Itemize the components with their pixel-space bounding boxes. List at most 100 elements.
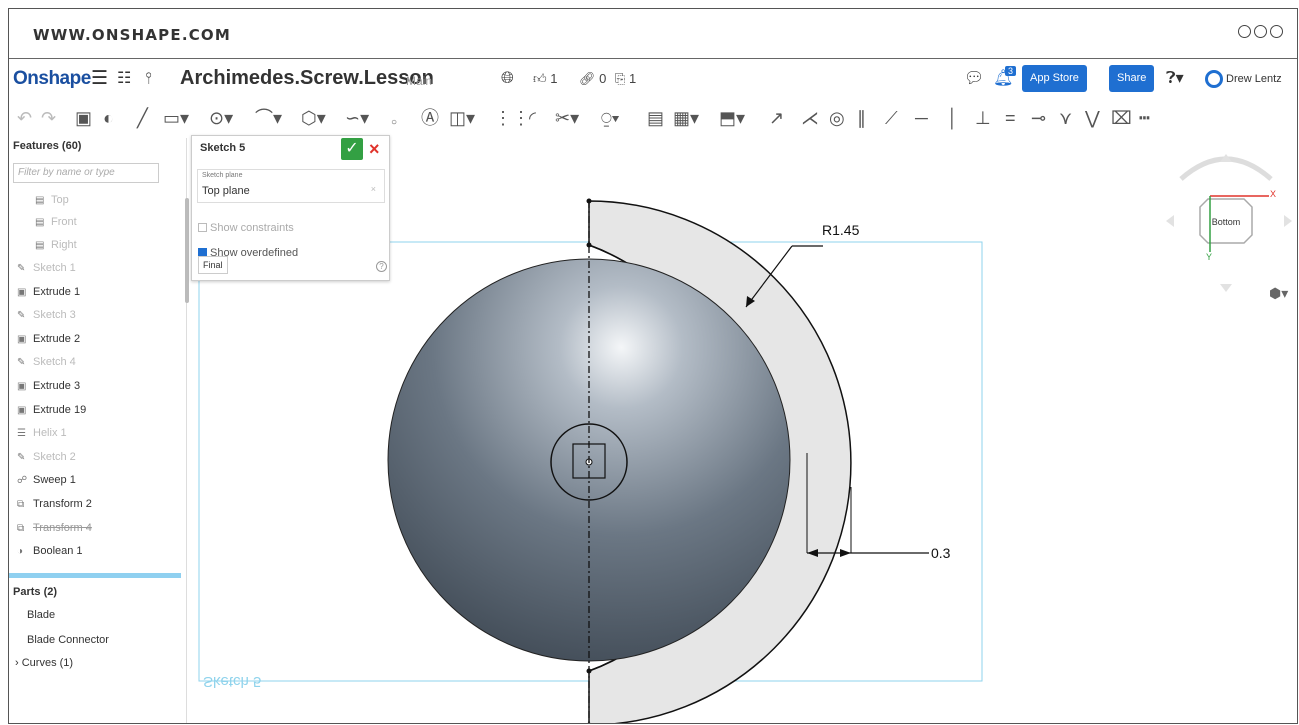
- spline-icon[interactable]: ∽▾: [345, 106, 369, 130]
- list-item[interactable]: ☍ Sweep 1: [17, 474, 76, 486]
- symmetric-icon[interactable]: ⌧: [1111, 106, 1132, 130]
- list-item[interactable]: Blade: [27, 609, 55, 621]
- confirm-button[interactable]: ✓: [341, 138, 363, 160]
- list-item[interactable]: ☰ Helix 1: [17, 427, 67, 439]
- polygon-icon[interactable]: ⬡▾: [301, 106, 326, 130]
- tangent-icon[interactable]: ⟋: [885, 106, 898, 130]
- coincident-icon[interactable]: ⋌: [801, 106, 819, 130]
- perpendicular-icon[interactable]: ⊥: [975, 106, 991, 130]
- linear-pattern-icon[interactable]: ▤: [647, 106, 664, 130]
- endpoint[interactable]: [586, 198, 592, 204]
- list-item[interactable]: ⧉ Transform 4: [17, 522, 92, 534]
- list-item[interactable]: ▣ Extrude 3: [17, 380, 80, 392]
- redo-icon[interactable]: ↷: [41, 106, 56, 130]
- onshape-logo[interactable]: Onshape: [13, 68, 91, 90]
- construction-icon[interactable]: ◫▾: [449, 106, 475, 130]
- rollback-bar[interactable]: [9, 573, 181, 578]
- point-icon[interactable]: ○: [391, 111, 397, 135]
- midpoint-icon[interactable]: ⊸: [1031, 106, 1046, 130]
- app-store-button[interactable]: App Store: [1022, 65, 1087, 92]
- circular-pattern-icon[interactable]: ▦▾: [673, 106, 699, 130]
- use-icon[interactable]: ◐: [103, 106, 114, 130]
- browser-frame: WWW.ONSHAPE.COM Onshape ☰ ☷ ⫯ Archimedes…: [8, 8, 1298, 724]
- clear-icon[interactable]: ×: [371, 184, 376, 194]
- transform-icon[interactable]: ⬒▾: [719, 106, 745, 130]
- curves-group[interactable]: › Curves (1): [15, 657, 73, 669]
- undo-icon[interactable]: ↶: [17, 106, 32, 130]
- arrow-left-icon[interactable]: [1166, 215, 1174, 227]
- text-icon[interactable]: Ⓐ: [421, 106, 439, 130]
- normal-icon[interactable]: ⋎: [1059, 106, 1072, 130]
- branch-label[interactable]: Main: [406, 74, 432, 88]
- avatar[interactable]: [1205, 70, 1223, 88]
- cube-face-label: Bottom: [1212, 217, 1241, 227]
- list-item[interactable]: ✎ Sketch 4: [17, 356, 76, 368]
- feature-filter-input[interactable]: Filter by name or type: [13, 163, 159, 183]
- sketch-plane-field[interactable]: Sketch plane Top plane ×: [197, 169, 385, 203]
- endpoint[interactable]: [586, 668, 592, 674]
- help-icon[interactable]: ?: [376, 261, 387, 272]
- list-item[interactable]: ✎ Sketch 3: [17, 309, 76, 321]
- fillet-icon[interactable]: ◜: [529, 106, 536, 130]
- list-item[interactable]: ▤ Right: [35, 239, 77, 251]
- list-item[interactable]: ▤ Top: [35, 194, 69, 206]
- cancel-button[interactable]: ×: [369, 138, 385, 160]
- view-options-icon[interactable]: ⬢▾: [1269, 285, 1288, 302]
- copies-count[interactable]: ⎘ 1: [615, 71, 636, 87]
- extrude-icon: ▣: [17, 381, 27, 392]
- new-sketch-icon[interactable]: ▣: [75, 106, 92, 130]
- globe-icon[interactable]: 🌐︎: [501, 67, 514, 91]
- final-button[interactable]: Final: [198, 256, 228, 274]
- extrude-icon: ▣: [17, 334, 27, 345]
- field-label: Sketch plane: [202, 172, 243, 179]
- user-name[interactable]: Drew Lentz: [1226, 73, 1282, 85]
- document-title[interactable]: Archimedes.Screw.Lesson: [180, 67, 434, 90]
- likes-count[interactable]: 👍︎ 1: [533, 71, 557, 87]
- arrow-right-icon[interactable]: [1284, 215, 1292, 227]
- list-item[interactable]: Blade Connector: [27, 634, 109, 646]
- list-item[interactable]: ▣ Extrude 2: [17, 333, 80, 345]
- parallel-icon[interactable]: ∥: [857, 106, 866, 130]
- fix-icon[interactable]: ┅: [1139, 106, 1150, 130]
- links-count[interactable]: 🔗︎ 0: [579, 71, 606, 87]
- list-item[interactable]: ⧉ Transform 2: [17, 498, 92, 510]
- dimension-icon[interactable]: ↗: [769, 106, 784, 130]
- circle-icon[interactable]: ⊙▾: [209, 106, 233, 130]
- rectangle-icon[interactable]: ▭▾: [163, 106, 189, 130]
- comment-icon[interactable]: 💬︎: [964, 67, 984, 91]
- list-item[interactable]: ▣ Extrude 1: [17, 286, 80, 298]
- arrow-down-icon[interactable]: [1220, 284, 1232, 292]
- help-menu-icon[interactable]: ❓︎▾: [1166, 67, 1184, 91]
- pierce-icon[interactable]: ⋁: [1085, 106, 1100, 130]
- endpoint[interactable]: [586, 242, 592, 248]
- plane-icon: ▤: [35, 217, 45, 228]
- x-axis-label: X: [1270, 189, 1276, 199]
- concentric-icon[interactable]: ◎: [829, 106, 845, 130]
- equal-icon[interactable]: =: [1005, 106, 1016, 130]
- radius-dimension[interactable]: R1.45: [822, 222, 860, 238]
- mirror-icon[interactable]: ⋮⋮: [494, 106, 530, 130]
- list-item[interactable]: ✎ Sketch 1: [17, 262, 76, 274]
- browser-url[interactable]: WWW.ONSHAPE.COM: [33, 26, 231, 44]
- offset-dimension[interactable]: 0.3: [931, 545, 951, 561]
- list-item[interactable]: ▣ Extrude 19: [17, 404, 86, 416]
- line-icon[interactable]: ╱: [137, 106, 148, 130]
- view-cube[interactable]: X Y Bottom: [1156, 144, 1296, 294]
- list-item[interactable]: ✎ Sketch 2: [17, 451, 76, 463]
- insert-icon[interactable]: ⫯: [145, 67, 152, 91]
- show-constraints-option[interactable]: Show constraints: [198, 222, 294, 234]
- trim-icon[interactable]: ✂▾: [555, 106, 579, 130]
- checkbox[interactable]: [198, 223, 207, 232]
- list-item[interactable]: ▤ Front: [35, 216, 77, 228]
- window-dot-icon[interactable]: [1254, 25, 1267, 38]
- window-dot-icon[interactable]: [1238, 25, 1251, 38]
- feature-list-icon[interactable]: ☷: [117, 67, 131, 91]
- menu-icon[interactable]: ☰: [91, 67, 108, 91]
- offset-icon[interactable]: ⍜▾: [601, 106, 619, 130]
- list-item[interactable]: ◑ Boolean 1: [17, 545, 83, 557]
- share-button[interactable]: Share: [1109, 65, 1155, 92]
- arc-icon[interactable]: ⌒▾: [255, 106, 282, 130]
- window-dot-icon[interactable]: [1270, 25, 1283, 38]
- vertical-icon[interactable]: │: [947, 106, 958, 130]
- horizontal-icon[interactable]: ─: [915, 106, 928, 130]
